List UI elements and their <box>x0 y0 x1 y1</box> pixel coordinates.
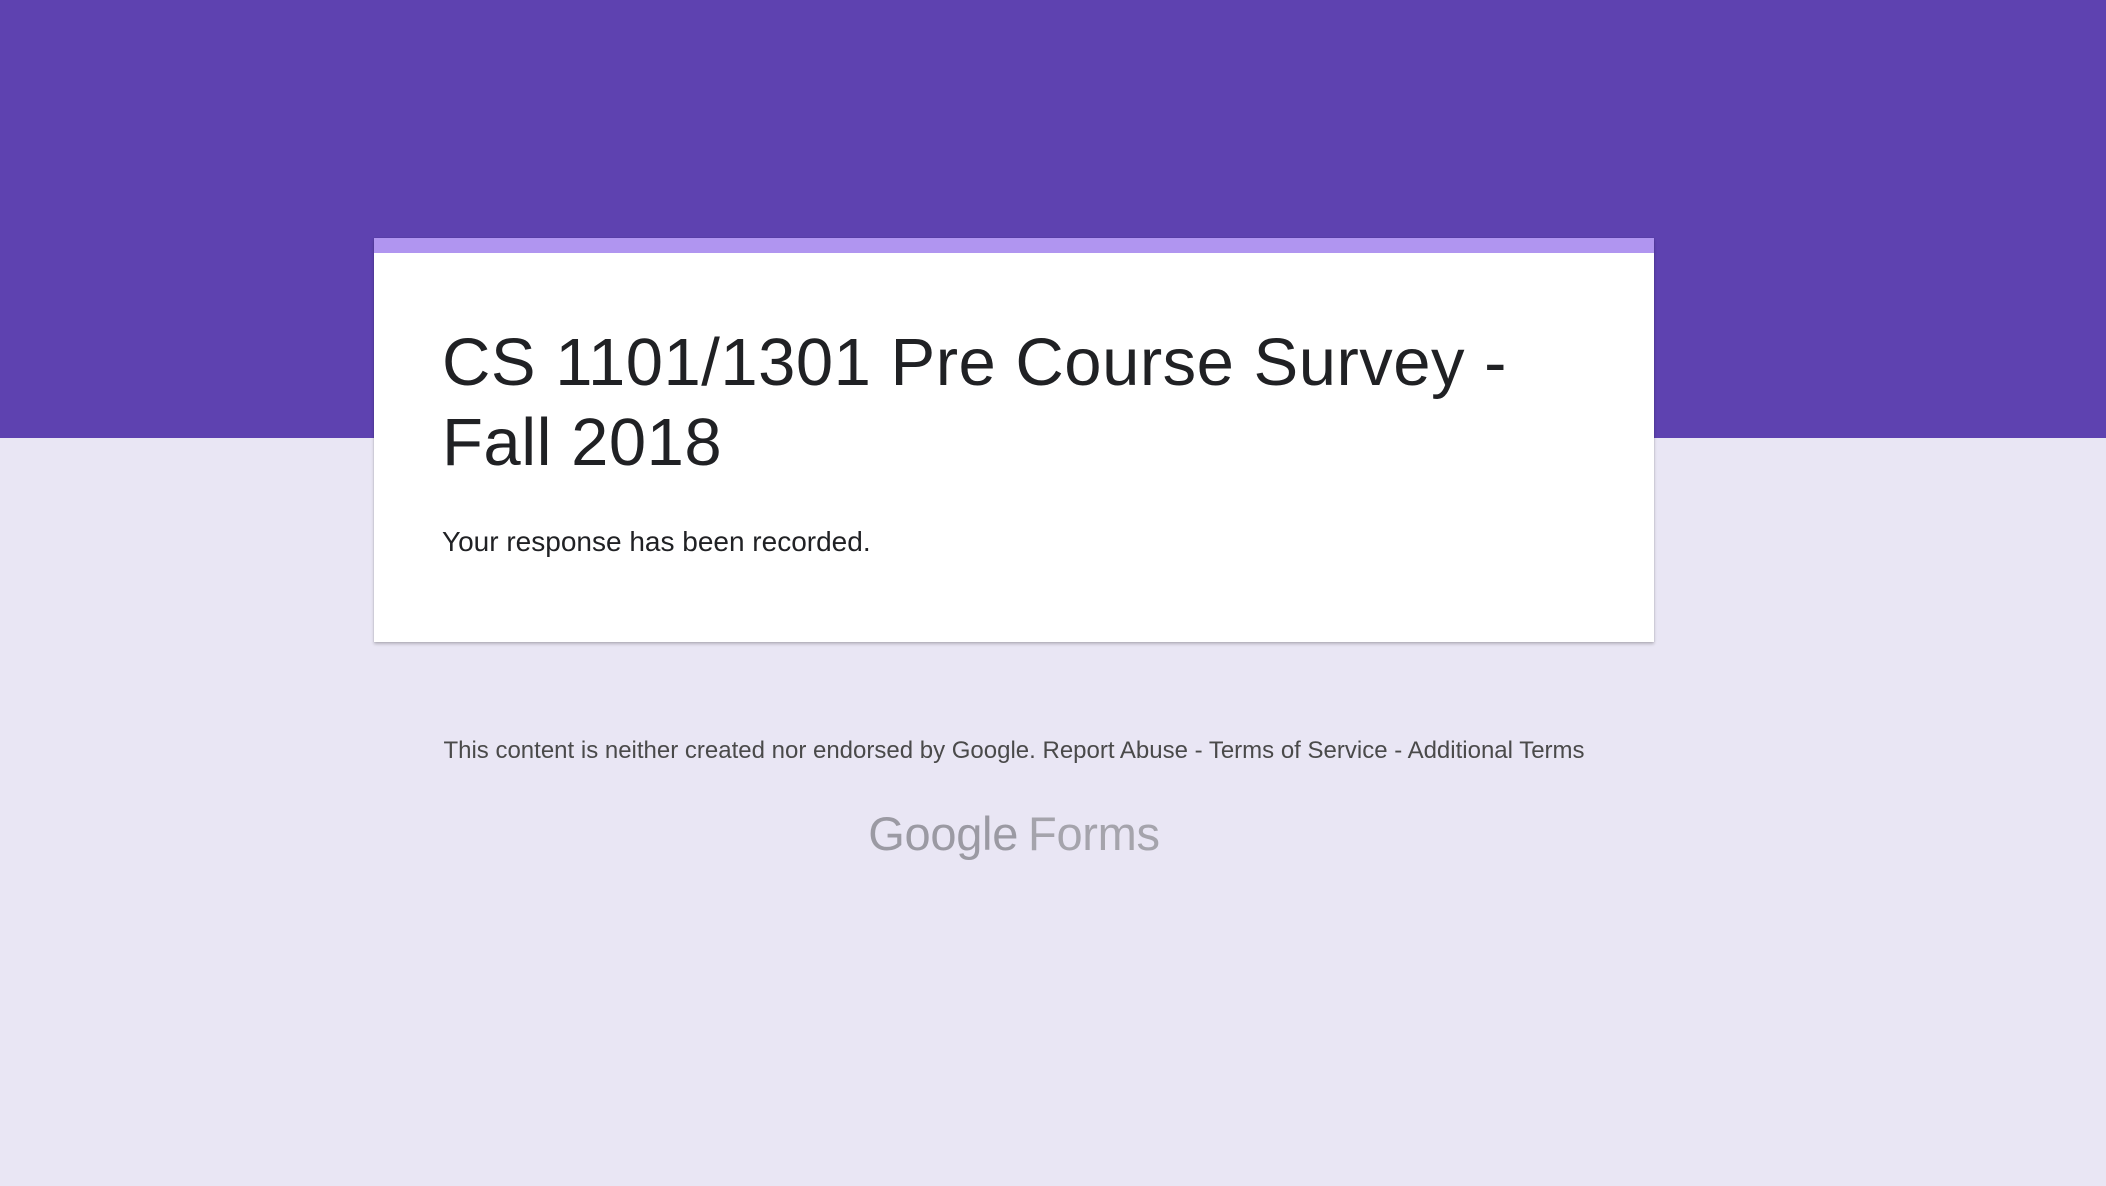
google-logo-text: Google <box>868 807 1019 860</box>
terms-of-service-link[interactable]: Terms of Service <box>1209 737 1388 764</box>
report-abuse-link[interactable]: Report Abuse <box>1042 737 1187 764</box>
response-recorded-message: Your response has been recorded. <box>442 526 871 557</box>
footer: This content is neither created nor endo… <box>374 733 1654 769</box>
form-title: CS 1101/1301 Pre Course Survey - Fall 20… <box>442 325 1507 480</box>
form-card: CS 1101/1301 Pre Course Survey - Fall 20… <box>374 238 1654 642</box>
card-body: CS 1101/1301 Pre Course Survey - Fall 20… <box>442 323 1594 559</box>
footer-separator: - <box>1387 737 1408 764</box>
google-forms-logo[interactable]: Google Forms <box>374 806 1654 862</box>
page: CS 1101/1301 Pre Course Survey - Fall 20… <box>0 0 2106 1186</box>
footer-separator: - <box>1187 737 1209 764</box>
additional-terms-link[interactable]: Additional Terms <box>1408 737 1585 764</box>
forms-logo-text: Forms <box>1028 807 1160 860</box>
footer-disclaimer: This content is neither created nor endo… <box>443 737 1036 764</box>
